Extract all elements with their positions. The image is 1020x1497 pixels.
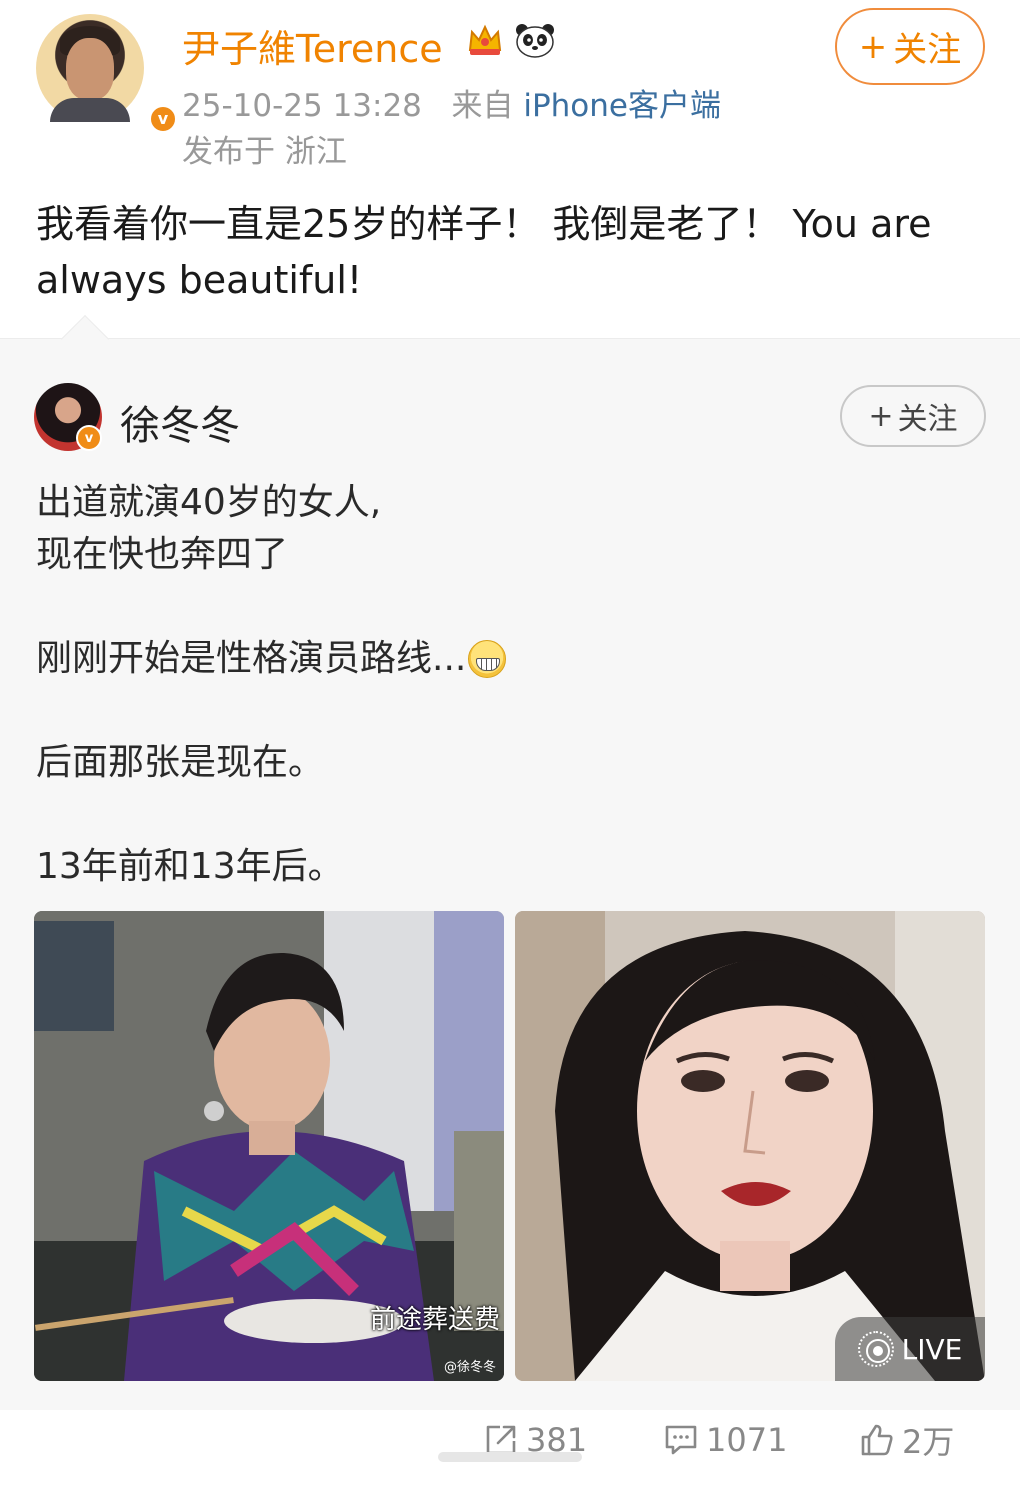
timestamp: 25-10-25 13:28 xyxy=(182,88,422,124)
repost-line: 刚刚开始是性格演员路线... xyxy=(36,633,986,685)
live-photo-button[interactable]: LIVE xyxy=(835,1317,985,1381)
comment-button[interactable]: 1071 xyxy=(664,1420,787,1460)
image-caption: 前途葬送费 xyxy=(369,1305,500,1335)
panda-icon xyxy=(516,24,554,58)
repost-line: 出道就演40岁的女人, xyxy=(36,482,382,523)
post-text: 我看着你一直是25岁的样子！ 我倒是老了！ You are always bea… xyxy=(36,202,932,302)
source-client-link[interactable]: iPhone客户端 xyxy=(523,88,721,124)
like-count: 2万 xyxy=(902,1423,955,1461)
repost-follow-button[interactable]: + 关注 xyxy=(840,385,986,447)
live-photo-icon xyxy=(857,1331,894,1367)
live-label: LIVE xyxy=(901,1332,963,1366)
plus-icon: + xyxy=(868,398,894,434)
post-username[interactable]: 尹子維Terence xyxy=(182,18,443,73)
photo-then[interactable]: 前途葬送费 @徐冬冬 xyxy=(34,911,504,1381)
photo-now[interactable]: LIVE xyxy=(515,911,985,1381)
repost-line xyxy=(36,789,986,841)
action-bar: 381 1071 2万 xyxy=(0,1410,1020,1497)
repost-line-text: 刚刚开始是性格演员路线... xyxy=(36,638,467,679)
comment-count: 1071 xyxy=(706,1421,788,1459)
verified-badge-icon: v xyxy=(148,104,178,134)
like-button[interactable]: 2万 xyxy=(860,1420,955,1461)
repost-avatar[interactable]: v xyxy=(34,383,102,451)
plus-icon: + xyxy=(858,26,888,67)
repost-username[interactable]: 徐冬冬 xyxy=(120,393,240,451)
photo-now-illustration xyxy=(515,911,985,1381)
verified-badge-icon: v xyxy=(76,425,102,451)
repost-card[interactable]: v 徐冬冬 + 关注 出道就演40岁的女人, 现在快也奔四了 刚刚开始是性格演员… xyxy=(0,338,1020,1410)
repost-text: 出道就演40岁的女人, 现在快也奔四了 刚刚开始是性格演员路线... 后面那张是… xyxy=(36,477,986,893)
repost-line: 后面那张是现在。 xyxy=(36,742,325,783)
grin-emoji-icon xyxy=(468,640,507,678)
image-watermark: @徐冬冬 xyxy=(443,1360,496,1375)
crown-icon xyxy=(468,24,502,55)
thumbs-up-icon xyxy=(861,1424,893,1456)
avatar[interactable]: v xyxy=(36,14,178,134)
repost-line xyxy=(36,685,986,737)
comment-icon xyxy=(665,1425,697,1455)
repost-line: 现在快也奔四了 xyxy=(36,534,289,575)
post-location: 发布于 浙江 xyxy=(182,134,347,170)
avatar-shirt xyxy=(50,98,130,122)
post-meta: 25-10-25 13:28 来自 iPhone客户端 xyxy=(182,80,721,125)
source-prefix: 来自 xyxy=(451,88,514,124)
follow-label: 关注 xyxy=(893,30,962,70)
repost-line xyxy=(36,581,986,633)
follow-label: 关注 xyxy=(897,402,958,437)
follow-button[interactable]: + 关注 xyxy=(835,8,985,85)
repost-line: 13年前和13年后。 xyxy=(36,846,344,887)
avatar-face xyxy=(66,38,114,100)
post-card: v 尹子維Terence + 关注 25-10-25 13:28 来自 iPho… xyxy=(0,0,1020,338)
home-indicator xyxy=(438,1452,582,1462)
